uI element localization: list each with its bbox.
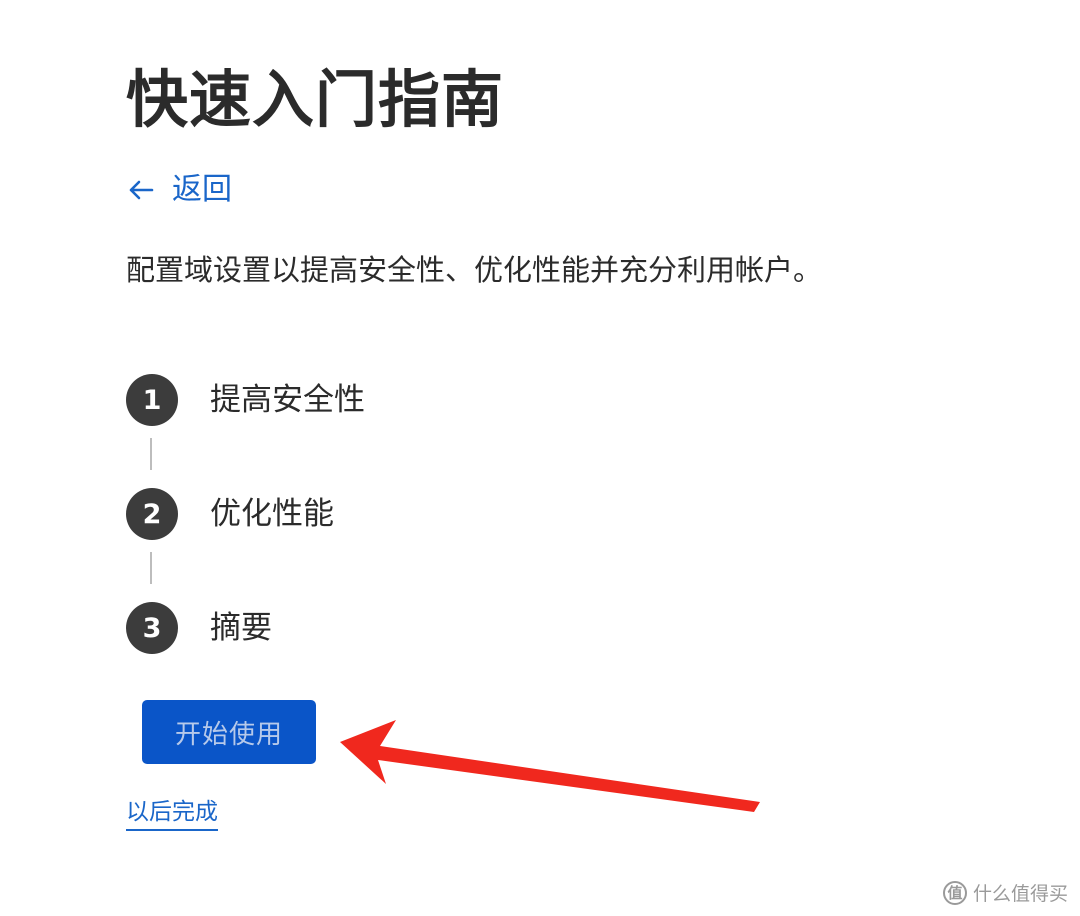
watermark: 值 什么值得买 — [942, 879, 1068, 906]
arrow-left-icon — [129, 180, 154, 200]
step-number-badge: 2 — [126, 488, 178, 540]
step-number-badge: 3 — [126, 602, 178, 654]
step-item: 2 优化性能 — [126, 488, 334, 540]
step-label: 摘要 — [210, 610, 272, 646]
page-description: 配置域设置以提高安全性、优化性能并充分利用帐户。 — [126, 253, 823, 287]
step-item: 3 摘要 — [126, 602, 272, 654]
watermark-text: 什么值得买 — [972, 883, 1068, 905]
step-item: 1 提高安全性 — [126, 374, 365, 426]
back-link[interactable]: 返回 — [128, 170, 232, 210]
step-connector — [150, 438, 152, 470]
watermark-logo-icon: 值 — [942, 880, 967, 905]
back-link-label: 返回 — [172, 172, 232, 207]
step-label: 提高安全性 — [210, 382, 365, 418]
page-title: 快速入门指南 — [126, 63, 505, 136]
step-number-badge: 1 — [126, 374, 178, 426]
step-label: 优化性能 — [210, 496, 334, 532]
finish-later-link[interactable]: 以后完成 — [126, 796, 218, 831]
step-connector — [150, 552, 152, 584]
quick-start-page: 快速入门指南 返回 配置域设置以提高安全性、优化性能并充分利用帐户。 1 提高安… — [0, 0, 1080, 916]
get-started-button[interactable]: 开始使用 — [142, 700, 316, 764]
